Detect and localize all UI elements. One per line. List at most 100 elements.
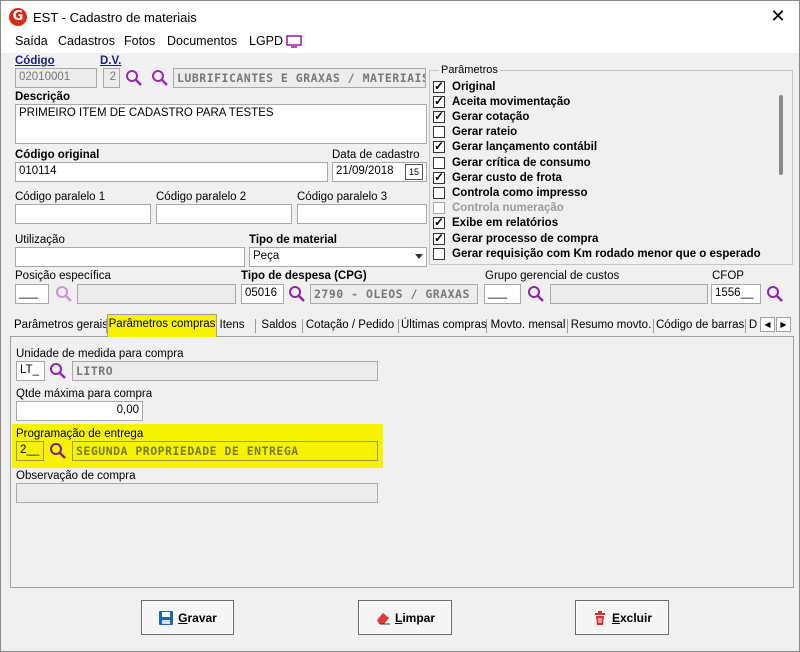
tab-prev-icon[interactable]: ◀ bbox=[760, 317, 775, 332]
grupo-gerencial-desc bbox=[550, 284, 708, 304]
parametro-checkbox-row[interactable]: Aceita movimentação bbox=[433, 94, 570, 109]
parametro-checkbox-row[interactable]: Original bbox=[433, 79, 495, 94]
checkbox-unchecked[interactable] bbox=[433, 247, 445, 260]
tipo-material-value: Peça bbox=[253, 250, 280, 262]
checkbox-checked[interactable] bbox=[433, 109, 445, 123]
chevron-down-icon bbox=[415, 254, 423, 259]
limpar-label: impar bbox=[402, 610, 436, 625]
excluir-button[interactable]: Excluir bbox=[575, 600, 669, 635]
search-icon[interactable] bbox=[125, 69, 143, 87]
checkbox-checked[interactable] bbox=[433, 79, 445, 93]
scroll-thumb[interactable] bbox=[779, 95, 783, 175]
eraser-icon bbox=[376, 612, 390, 624]
menu-cadastros[interactable]: Cadastros bbox=[58, 34, 115, 48]
checkbox-unchecked[interactable] bbox=[433, 202, 445, 215]
programacao-code-field[interactable]: 2__ bbox=[16, 441, 44, 461]
tipo-despesa-code-field[interactable]: 05016 bbox=[241, 284, 284, 304]
tab-codigo-barras[interactable]: Código de barras bbox=[656, 316, 744, 336]
parametro-checkbox-row[interactable]: Gerar crítica de consumo bbox=[433, 155, 591, 170]
parametro-checkbox-row[interactable]: Gerar lançamento contábil bbox=[433, 139, 597, 155]
parametro-label: Controla como impresso bbox=[452, 186, 588, 199]
qtde-field[interactable]: 0,00 bbox=[16, 401, 143, 421]
tab-parametros-gerais[interactable]: Parâmetros gerais bbox=[14, 316, 108, 336]
posicao-especifica-desc bbox=[77, 284, 236, 304]
parametro-checkbox-row[interactable]: Gerar requisição com Km rodado menor que… bbox=[433, 246, 761, 261]
codigo-paralelo-1-field[interactable] bbox=[15, 204, 151, 224]
gravar-button[interactable]: Gravar bbox=[141, 600, 234, 635]
codigo-original-field[interactable]: 010114 bbox=[15, 162, 328, 182]
posicao-especifica-label: Posição específica bbox=[15, 270, 111, 282]
codigo-paralelo-3-field[interactable] bbox=[297, 204, 427, 224]
gravar-label: ravar bbox=[187, 610, 217, 625]
tab-parametros-compras[interactable]: Parâmetros compras bbox=[107, 314, 217, 337]
tab-separator bbox=[745, 319, 746, 333]
tab-saldos[interactable]: Saldos bbox=[259, 316, 299, 336]
parametros-title: Parâmetros bbox=[439, 64, 500, 76]
parametro-label: Gerar crítica de consumo bbox=[452, 156, 591, 169]
qtde-label: Qtde máxima para compra bbox=[16, 388, 153, 400]
tab-ultimas-compras[interactable]: Últimas compras bbox=[401, 316, 487, 336]
tab-cotacao-pedido[interactable]: Cotação / Pedido bbox=[305, 316, 395, 336]
tipo-material-select[interactable]: Peça bbox=[249, 247, 427, 267]
unidade-desc-field: LITRO bbox=[72, 361, 378, 381]
utilizacao-label: Utilização bbox=[15, 234, 65, 246]
close-button[interactable]: ✕ bbox=[767, 5, 789, 27]
menu-lgpd[interactable]: LGPD bbox=[249, 34, 283, 48]
parametro-checkbox-row[interactable]: Gerar cotação bbox=[433, 109, 529, 124]
tab-more[interactable]: D bbox=[748, 316, 758, 336]
dv-field[interactable]: 2 bbox=[103, 68, 120, 88]
utilizacao-field[interactable] bbox=[15, 247, 245, 267]
observacao-field[interactable] bbox=[16, 483, 378, 503]
parametro-checkbox-row[interactable]: Controla numeração bbox=[433, 201, 564, 216]
descricao-field[interactable]: PRIMEIRO ITEM DE CADASTRO PARA TESTES bbox=[15, 104, 427, 144]
codigo-label: Código bbox=[15, 55, 55, 67]
parametro-checkbox-row[interactable]: Controla como impresso bbox=[433, 185, 587, 200]
checkbox-unchecked[interactable] bbox=[433, 186, 445, 199]
calendar-icon[interactable]: 15 bbox=[405, 164, 423, 180]
tab-itens[interactable]: Itens bbox=[218, 316, 246, 336]
trash-icon bbox=[594, 610, 605, 625]
checkbox-checked[interactable] bbox=[433, 94, 445, 108]
parametro-checkbox-row[interactable]: Exibe em relatórios bbox=[433, 215, 558, 231]
search-icon[interactable] bbox=[151, 69, 169, 87]
posicao-especifica-field[interactable]: ___ bbox=[15, 284, 49, 304]
checkbox-checked[interactable] bbox=[433, 231, 445, 245]
parametro-checkbox-row[interactable]: Gerar custo de frota bbox=[433, 170, 562, 185]
checkbox-unchecked[interactable] bbox=[433, 156, 445, 169]
tipo-despesa-label: Tipo de despesa (CPG) bbox=[241, 270, 367, 282]
categoria-field[interactable]: LUBRIFICANTES E GRAXAS / MATERIAIS bbox=[173, 68, 426, 88]
search-icon[interactable] bbox=[766, 285, 784, 303]
checkbox-checked[interactable] bbox=[433, 215, 445, 230]
grupo-gerencial-field[interactable]: ___ bbox=[484, 284, 521, 304]
codigo-paralelo-3-label: Código paralelo 3 bbox=[297, 191, 388, 203]
checkbox-checked[interactable] bbox=[433, 139, 445, 154]
unidade-code-field[interactable]: LT_ bbox=[16, 361, 45, 381]
programacao-desc-field: SEGUNDA PROPRIEDADE DE ENTREGA bbox=[72, 441, 378, 461]
parametro-label: Gerar custo de frota bbox=[452, 171, 562, 184]
tab-resumo-movto[interactable]: Resumo movto. bbox=[570, 316, 652, 336]
search-icon[interactable] bbox=[49, 442, 67, 460]
codigo-paralelo-2-field[interactable] bbox=[156, 204, 292, 224]
menu-documentos[interactable]: Documentos bbox=[167, 34, 237, 48]
title-bar: G EST - Cadastro de materiais ✕ bbox=[1, 1, 799, 31]
cfop-field[interactable]: 1556__ bbox=[711, 284, 761, 304]
search-icon[interactable] bbox=[55, 285, 73, 303]
parametro-checkbox-row[interactable]: Gerar processo de compra bbox=[433, 231, 598, 246]
tab-movto-mensal[interactable]: Movto. mensal bbox=[489, 316, 567, 336]
parametro-checkbox-row[interactable]: Gerar rateio bbox=[433, 125, 517, 140]
checkbox-unchecked[interactable] bbox=[433, 126, 445, 139]
codigo-field[interactable]: 02010001 bbox=[15, 68, 97, 88]
checkbox-checked[interactable] bbox=[433, 170, 445, 184]
tab-next-icon[interactable]: ▶ bbox=[776, 317, 791, 332]
search-icon[interactable] bbox=[527, 285, 545, 303]
menu-fotos[interactable]: Fotos bbox=[124, 34, 155, 48]
search-icon[interactable] bbox=[49, 362, 67, 380]
parametro-label: Original bbox=[452, 80, 496, 93]
tipo-material-label: Tipo de material bbox=[249, 234, 337, 246]
menu-saida[interactable]: Saída bbox=[15, 34, 48, 48]
limpar-button[interactable]: Limpar bbox=[358, 600, 452, 635]
parametro-label: Gerar cotação bbox=[452, 110, 530, 123]
search-icon[interactable] bbox=[288, 285, 306, 303]
monitor-icon[interactable] bbox=[286, 35, 302, 48]
parametros-scrollbar[interactable] bbox=[777, 83, 785, 253]
